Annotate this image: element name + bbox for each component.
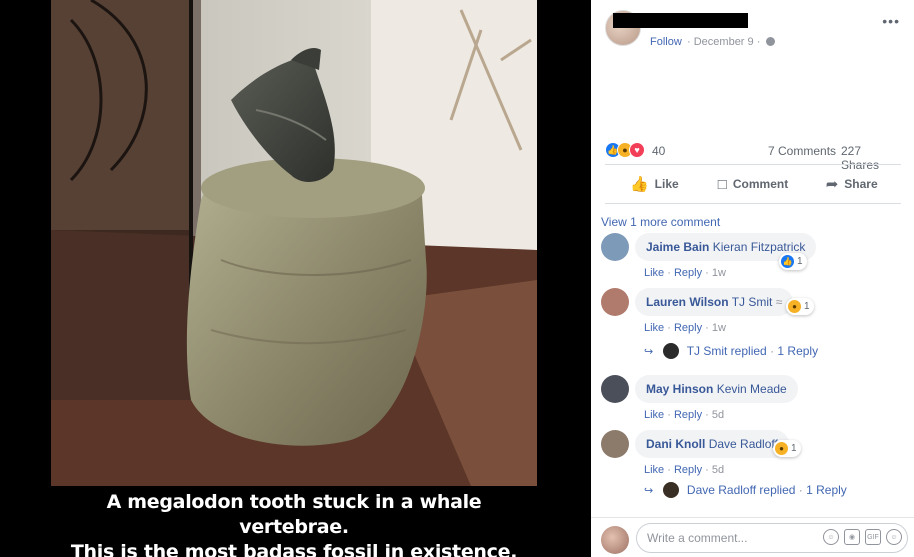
tagged-user[interactable]: Kevin Meade (717, 382, 787, 396)
reply-arrow-icon: ↪ (644, 346, 654, 358)
comment-actions: Like · Reply · 5d (644, 464, 725, 476)
image-caption: A megalodon tooth stuck in a whale verte… (51, 490, 537, 557)
comment-bubble: Dani Knoll Dave Radloff (635, 430, 789, 458)
post-meta: · December 9 · (687, 36, 776, 48)
comment-actions: Like · Reply · 5d (644, 409, 725, 421)
like-reaction-icon: 👍 (781, 255, 794, 268)
gif-thumbnail-icon: ≈ (775, 295, 783, 309)
commenter-avatar[interactable] (601, 430, 629, 458)
current-user-avatar (601, 526, 629, 554)
reply-separator: · (798, 483, 807, 497)
fossil-illustration (51, 0, 537, 486)
comment-reaction-count: 1 (804, 301, 810, 312)
reply-count: 1 Reply (806, 483, 847, 497)
more-options-icon[interactable]: ••• (882, 13, 900, 29)
reply-summary: TJ Smit replied (686, 344, 767, 358)
post-sidebar: Follow · December 9 · ••• 👍 ● ♥ 40 7 Com… (591, 0, 914, 557)
comment-button-label: Comment (732, 177, 789, 191)
media-viewer: A megalodon tooth stuck in a whale verte… (0, 0, 591, 557)
gif-icon[interactable]: GIF (865, 529, 881, 545)
comment-reaction-badge[interactable]: ● 1 (786, 298, 814, 315)
caption-line-1: A megalodon tooth stuck in a whale verte… (106, 491, 482, 538)
commenter-avatar[interactable] (601, 233, 629, 261)
commenter-avatar[interactable] (601, 288, 629, 316)
commenter-name[interactable]: May Hinson (646, 382, 713, 396)
comment-composer: Write a comment... ☺ ◉ GIF ☺ (591, 517, 914, 557)
comment-reply-link[interactable]: Reply (674, 267, 702, 279)
comment-time[interactable]: 1w (712, 267, 726, 279)
like-button-label: Like (654, 177, 679, 191)
comment-reaction-count: 1 (791, 443, 797, 454)
comment-reaction-badge[interactable]: ● 1 (773, 440, 801, 457)
post-date[interactable]: December 9 (694, 36, 754, 48)
comment-like-link[interactable]: Like (644, 322, 664, 334)
tagged-user[interactable]: Kieran Fitzpatrick (713, 240, 806, 254)
wow-reaction-icon: ● (788, 300, 801, 313)
tagged-user[interactable]: Dave Radloff (709, 437, 778, 451)
reaction-count[interactable]: 40 (652, 144, 665, 158)
like-button[interactable]: 👍 Like (605, 165, 704, 203)
comment-reaction-count: 1 (797, 256, 803, 267)
author-name-redacted (613, 13, 748, 28)
reactions-summary: 👍 ● ♥ 40 7 Comments 227 Shares (605, 140, 901, 172)
comment-reply-link[interactable]: Reply (674, 322, 702, 334)
view-more-comments-link[interactable]: View 1 more comment (601, 215, 720, 229)
post-header: Follow · December 9 · ••• (591, 0, 914, 60)
fossil-photo[interactable] (51, 0, 537, 486)
replier-avatar (662, 482, 679, 498)
reply-summary: Dave Radloff replied (686, 483, 796, 497)
camera-icon[interactable]: ◉ (844, 529, 860, 545)
caption-line-2: This is the most badass fossil in existe… (70, 541, 518, 557)
meta-separator-2: · (756, 36, 761, 48)
composer-icons: ☺ ◉ GIF ☺ (823, 523, 902, 545)
speech-bubble-icon: □ (717, 175, 727, 193)
reaction-icons[interactable]: 👍 ● ♥ (605, 142, 649, 158)
commenter-avatar[interactable] (601, 375, 629, 403)
comment-reply-link[interactable]: Reply (674, 464, 702, 476)
globe-icon[interactable] (766, 37, 776, 46)
comment-time[interactable]: 5d (712, 409, 724, 421)
share-arrow-icon: ➦ (825, 176, 839, 193)
reply-arrow-icon: ↪ (644, 485, 654, 497)
follow-button[interactable]: Follow (650, 36, 682, 48)
replies-link[interactable]: ↪ Dave Radloff replied · 1 Reply (644, 482, 847, 498)
love-reaction-icon: ♥ (629, 142, 645, 158)
replier-avatar (662, 343, 679, 359)
commenter-name[interactable]: Dani Knoll (646, 437, 705, 451)
comments-count[interactable]: 7 Comments (768, 144, 836, 158)
emoji-icon[interactable]: ☺ (823, 529, 839, 545)
comment-reaction-badge[interactable]: 👍 1 (779, 253, 807, 270)
share-button[interactable]: ➦ Share (802, 165, 901, 203)
comment-like-link[interactable]: Like (644, 464, 664, 476)
comment-reply-link[interactable]: Reply (674, 409, 702, 421)
share-button-label: Share (844, 177, 878, 191)
tagged-user[interactable]: TJ Smit (732, 295, 773, 309)
comment-like-link[interactable]: Like (644, 409, 664, 421)
comment-bubble: Lauren Wilson TJ Smit ≈ (635, 288, 794, 316)
commenter-name[interactable]: Jaime Bain (646, 240, 709, 254)
comment-time[interactable]: 5d (712, 464, 724, 476)
comment-time[interactable]: 1w (712, 322, 726, 334)
replies-link[interactable]: ↪ TJ Smit replied · 1 Reply (644, 343, 818, 359)
comment-actions: Like · Reply · 1w (644, 322, 726, 334)
comment-like-link[interactable]: Like (644, 267, 664, 279)
comment-actions: Like · Reply · 1w (644, 267, 726, 279)
reply-count: 1 Reply (777, 344, 819, 358)
meta-separator: · (687, 36, 691, 48)
comment-bubble: May Hinson Kevin Meade (635, 375, 798, 403)
post-actions: 👍 Like □ Comment ➦ Share (605, 164, 901, 204)
commenter-name[interactable]: Lauren Wilson (646, 295, 729, 309)
sticker-icon[interactable]: ☺ (886, 529, 902, 545)
thumbs-up-icon: 👍 (629, 176, 649, 193)
wow-reaction-icon: ● (775, 442, 788, 455)
comment-button[interactable]: □ Comment (704, 165, 803, 203)
